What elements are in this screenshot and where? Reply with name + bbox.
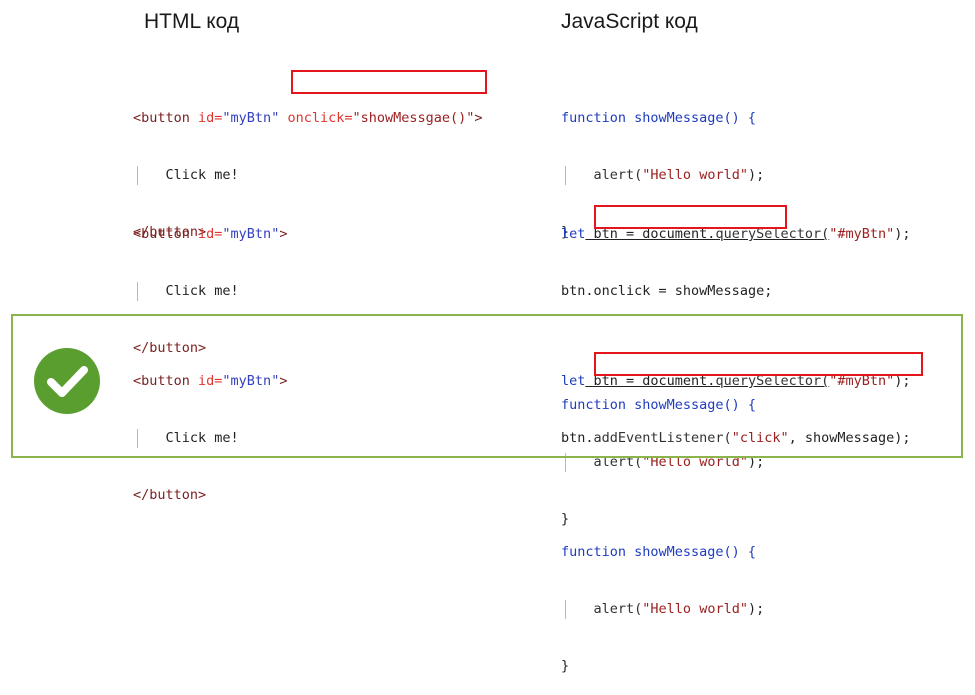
code-line: <button id="myBtn" onclick="showMessgae(… <box>133 110 483 126</box>
html-code-heading: HTML код <box>144 10 240 33</box>
code-line: Click me! <box>133 166 483 185</box>
checkmark-icon <box>47 366 88 397</box>
code-line: Click me! <box>133 282 287 301</box>
code-line: function showMessage() { <box>561 544 757 560</box>
example-3-js: let btn = document.querySelector("#myBtn… <box>561 334 911 695</box>
code-line: alert("Hello world"); <box>561 600 911 619</box>
code-line: Click me! <box>133 429 287 448</box>
code-line: btn.addEventListener("click", showMessag… <box>561 430 911 446</box>
code-line: <button id="myBtn"> <box>133 373 288 389</box>
code-line: alert("Hello world"); <box>561 166 764 185</box>
inline-onclick-highlight <box>291 70 487 94</box>
code-line: } <box>561 658 570 674</box>
code-line: function showMessage() { <box>561 110 757 126</box>
js-code-heading: JavaScript код <box>561 10 698 33</box>
code-line: btn.onclick = showMessage; <box>561 283 773 299</box>
correct-checkmark-badge <box>34 348 100 414</box>
example-3-html: <button id="myBtn"> Click me! </button> <box>133 334 287 524</box>
code-line: </button> <box>133 487 207 503</box>
onclick-property-highlight <box>594 205 787 229</box>
code-line: <button id="myBtn"> <box>133 226 288 242</box>
add-event-listener-highlight <box>594 352 923 376</box>
